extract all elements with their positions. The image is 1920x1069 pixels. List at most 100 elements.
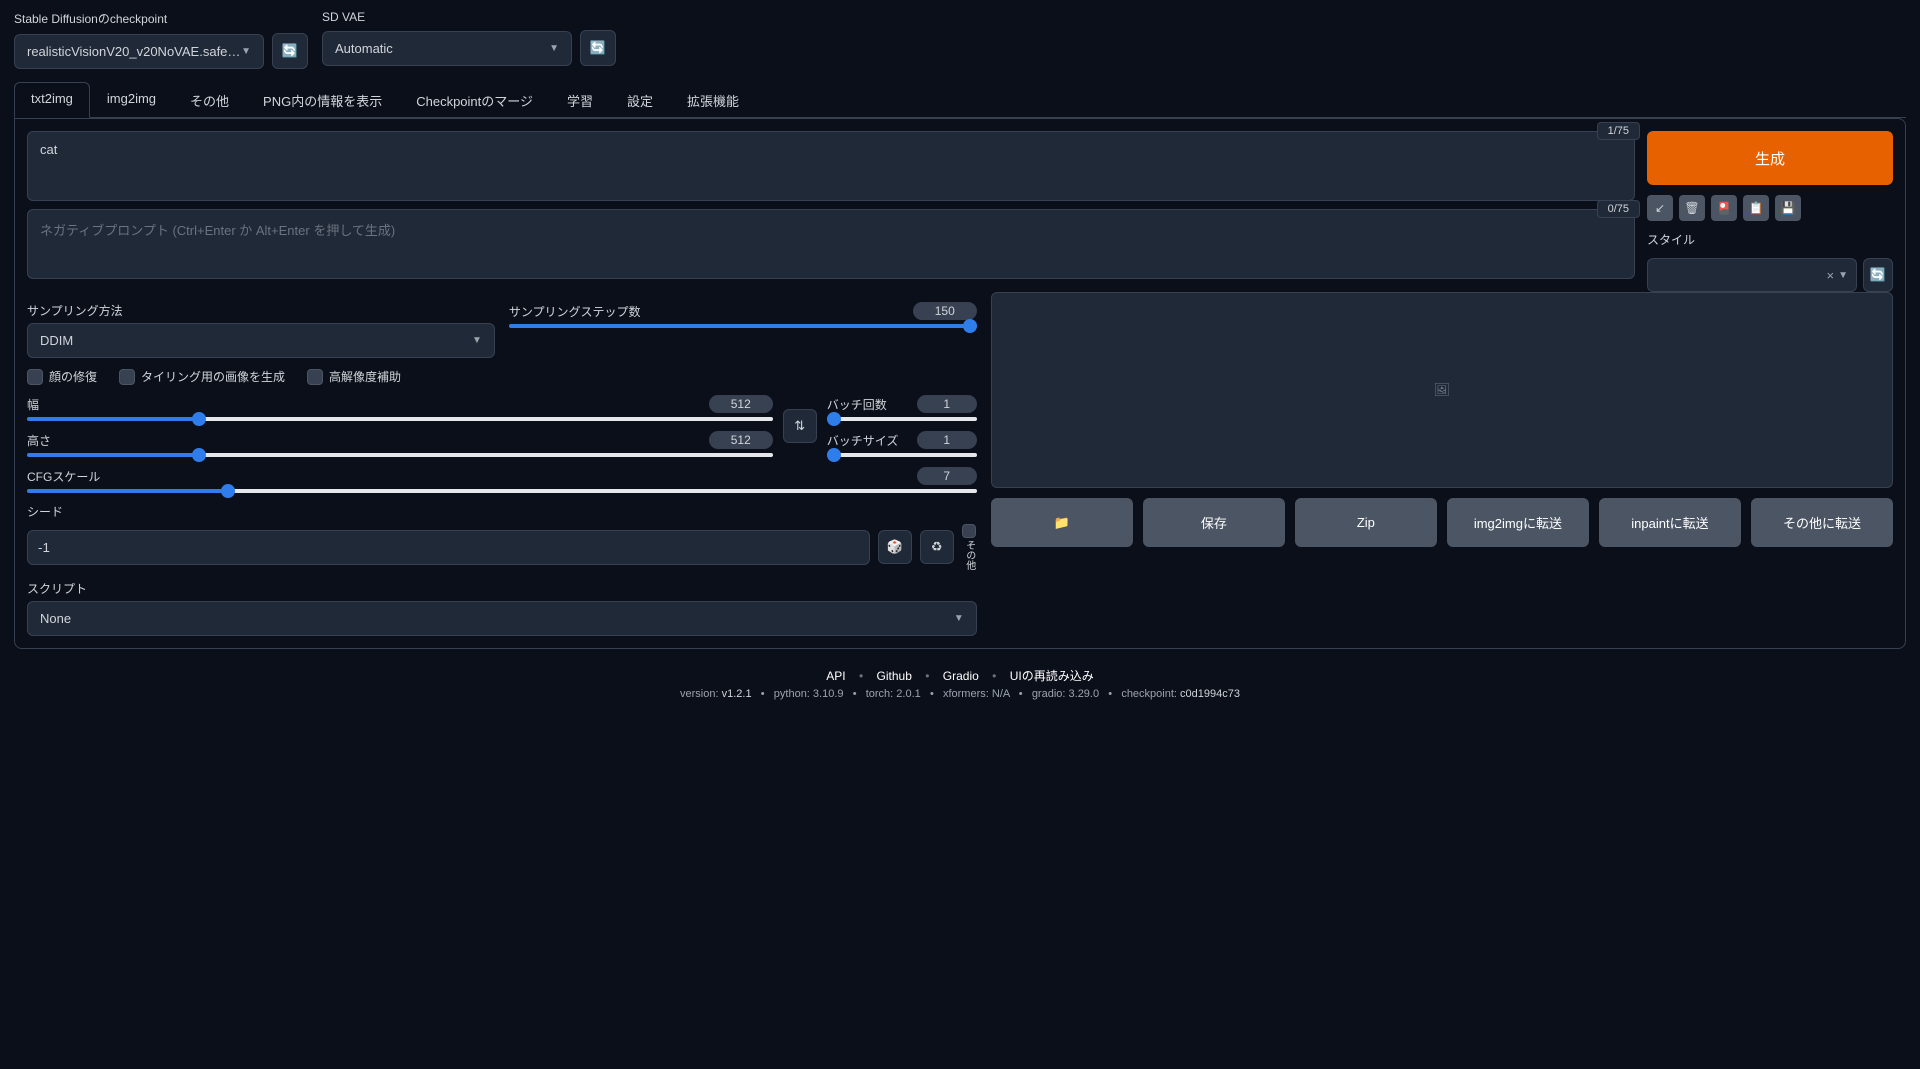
arrow-icon: ↙ <box>1655 201 1665 215</box>
width-value[interactable]: 512 <box>709 395 773 413</box>
paste-button[interactable]: 📋 <box>1743 195 1769 221</box>
checkbox-icon <box>307 369 323 385</box>
prompt-input[interactable]: cat 1/75 <box>27 131 1635 201</box>
chevron-down-icon: ▼ <box>954 613 964 624</box>
vae-select[interactable]: Automatic ▼ <box>322 31 572 66</box>
restore-faces-label: 顔の修復 <box>49 368 97 385</box>
height-slider[interactable] <box>27 453 773 457</box>
output-preview: 🖼 <box>991 292 1893 488</box>
style-select[interactable]: × ▼ <box>1647 258 1857 292</box>
chevron-down-icon: ▼ <box>472 335 482 346</box>
tab-train[interactable]: 学習 <box>550 82 610 118</box>
batch-size-slider[interactable] <box>827 453 977 457</box>
cfg-value[interactable]: 7 <box>917 467 977 485</box>
width-label: 幅 <box>27 396 39 413</box>
height-label: 高さ <box>27 432 51 449</box>
tab-txt2img[interactable]: txt2img <box>14 82 90 118</box>
vae-value: Automatic <box>335 41 393 56</box>
seed-extra-checkbox[interactable] <box>962 524 976 538</box>
footer-reload-link[interactable]: UIの再読み込み <box>1010 669 1094 683</box>
batch-count-slider[interactable] <box>827 417 977 421</box>
checkpoint-select[interactable]: realisticVisionV20_v20NoVAE.safetensors … <box>14 34 264 69</box>
refresh-icon: 🔄 <box>590 40 606 56</box>
sampling-steps-value[interactable]: 150 <box>913 302 977 320</box>
prompt-text: cat <box>40 142 57 157</box>
height-value[interactable]: 512 <box>709 431 773 449</box>
footer-api-link[interactable]: API <box>826 669 845 683</box>
hires-label: 高解像度補助 <box>329 368 401 385</box>
checkbox-icon <box>119 369 135 385</box>
chevron-down-icon: ▼ <box>1838 270 1848 281</box>
footer: API • Github • Gradio • UIの再読み込み version… <box>14 667 1906 700</box>
tab-settings[interactable]: 設定 <box>610 82 670 118</box>
send-to-img2img-button[interactable]: img2imgに転送 <box>1447 498 1589 547</box>
clear-prompt-button[interactable]: 🗑 <box>1679 195 1705 221</box>
negative-prompt-input[interactable]: ネガティブプロンプト (Ctrl+Enter か Alt+Enter を押して生… <box>27 209 1635 279</box>
send-to-inpaint-button[interactable]: inpaintに転送 <box>1599 498 1741 547</box>
hires-fix-checkbox[interactable]: 高解像度補助 <box>307 368 401 385</box>
footer-github-link[interactable]: Github <box>877 669 912 683</box>
width-slider[interactable] <box>27 417 773 421</box>
zip-button[interactable]: Zip <box>1295 498 1437 547</box>
extra-networks-button[interactable]: 🎴 <box>1711 195 1737 221</box>
checkpoint-refresh-button[interactable]: 🔄 <box>272 33 308 69</box>
script-select[interactable]: None ▼ <box>27 601 977 636</box>
batch-size-value[interactable]: 1 <box>917 431 977 449</box>
batch-count-label: バッチ回数 <box>827 396 887 413</box>
script-value: None <box>40 611 71 626</box>
checkpoint-value: realisticVisionV20_v20NoVAE.safetensors … <box>27 44 241 59</box>
sampling-method-label: サンプリング方法 <box>27 302 495 319</box>
vae-label: SD VAE <box>322 10 616 24</box>
generate-column: 生成 ↙ 🗑 🎴 📋 💾 スタイル × ▼ 🔄 <box>1647 131 1893 292</box>
sampling-method-value: DDIM <box>40 333 73 348</box>
tab-extensions[interactable]: 拡張機能 <box>670 82 756 118</box>
clipboard-icon: 📋 <box>1749 201 1764 215</box>
swap-icon: ⇅ <box>794 418 805 434</box>
sampling-steps-slider[interactable] <box>509 324 977 328</box>
batch-count-value[interactable]: 1 <box>917 395 977 413</box>
send-to-extras-button[interactable]: その他に転送 <box>1751 498 1893 547</box>
open-folder-button[interactable]: 📁 <box>991 498 1133 547</box>
negative-prompt-placeholder: ネガティブプロンプト (Ctrl+Enter か Alt+Enter を押して生… <box>40 223 395 238</box>
save-style-button[interactable]: 💾 <box>1775 195 1801 221</box>
sampling-steps-label: サンプリングステップ数 <box>509 303 641 320</box>
script-label: スクリプト <box>27 580 977 597</box>
tiling-checkbox[interactable]: タイリング用の画像を生成 <box>119 368 285 385</box>
style-label: スタイル <box>1647 231 1893 248</box>
image-placeholder-icon: 🖼 <box>1434 382 1451 398</box>
refresh-icon: 🔄 <box>282 43 298 59</box>
save-button[interactable]: 保存 <box>1143 498 1285 547</box>
recycle-icon: ♻ <box>931 539 943 555</box>
output-column: 🖼 📁 保存 Zip img2imgに転送 inpaintに転送 その他に転送 <box>991 292 1893 636</box>
tab-checkpoint-merge[interactable]: Checkpointのマージ <box>399 82 550 118</box>
tab-extras[interactable]: その他 <box>173 82 246 118</box>
reuse-seed-button[interactable]: ♻ <box>920 530 954 564</box>
generate-button[interactable]: 生成 <box>1647 131 1893 185</box>
chevron-down-icon: ▼ <box>241 46 251 57</box>
sampling-method-select[interactable]: DDIM ▼ <box>27 323 495 358</box>
tab-pnginfo[interactable]: PNG内の情報を表示 <box>246 82 399 118</box>
dice-icon: 🎲 <box>887 539 903 555</box>
left-column: cat 1/75 ネガティブプロンプト (Ctrl+Enter か Alt+En… <box>27 131 1893 636</box>
tabs: txt2img img2img その他 PNG内の情報を表示 Checkpoin… <box>14 81 1906 118</box>
tab-img2img[interactable]: img2img <box>90 82 173 118</box>
checkpoint-label: Stable Diffusionのcheckpoint <box>14 10 308 27</box>
card-icon: 🎴 <box>1717 201 1732 215</box>
seed-input[interactable] <box>27 530 870 565</box>
seed-label: シード <box>27 503 977 520</box>
footer-versions: version: v1.2.1 • python: 3.10.9 • torch… <box>14 688 1906 700</box>
prompt-token-count: 1/75 <box>1597 122 1640 140</box>
read-params-button[interactable]: ↙ <box>1647 195 1673 221</box>
negative-prompt-token-count: 0/75 <box>1597 200 1640 218</box>
main-panel: cat 1/75 ネガティブプロンプト (Ctrl+Enter か Alt+En… <box>14 118 1906 649</box>
checkbox-icon <box>27 369 43 385</box>
vae-refresh-button[interactable]: 🔄 <box>580 30 616 66</box>
style-refresh-button[interactable]: 🔄 <box>1863 258 1893 292</box>
seed-extra-label: その他 <box>962 540 977 570</box>
random-seed-button[interactable]: 🎲 <box>878 530 912 564</box>
cfg-slider[interactable] <box>27 489 977 493</box>
footer-gradio-link[interactable]: Gradio <box>943 669 979 683</box>
restore-faces-checkbox[interactable]: 顔の修復 <box>27 368 97 385</box>
tiling-label: タイリング用の画像を生成 <box>141 368 285 385</box>
swap-dimensions-button[interactable]: ⇅ <box>783 409 817 443</box>
